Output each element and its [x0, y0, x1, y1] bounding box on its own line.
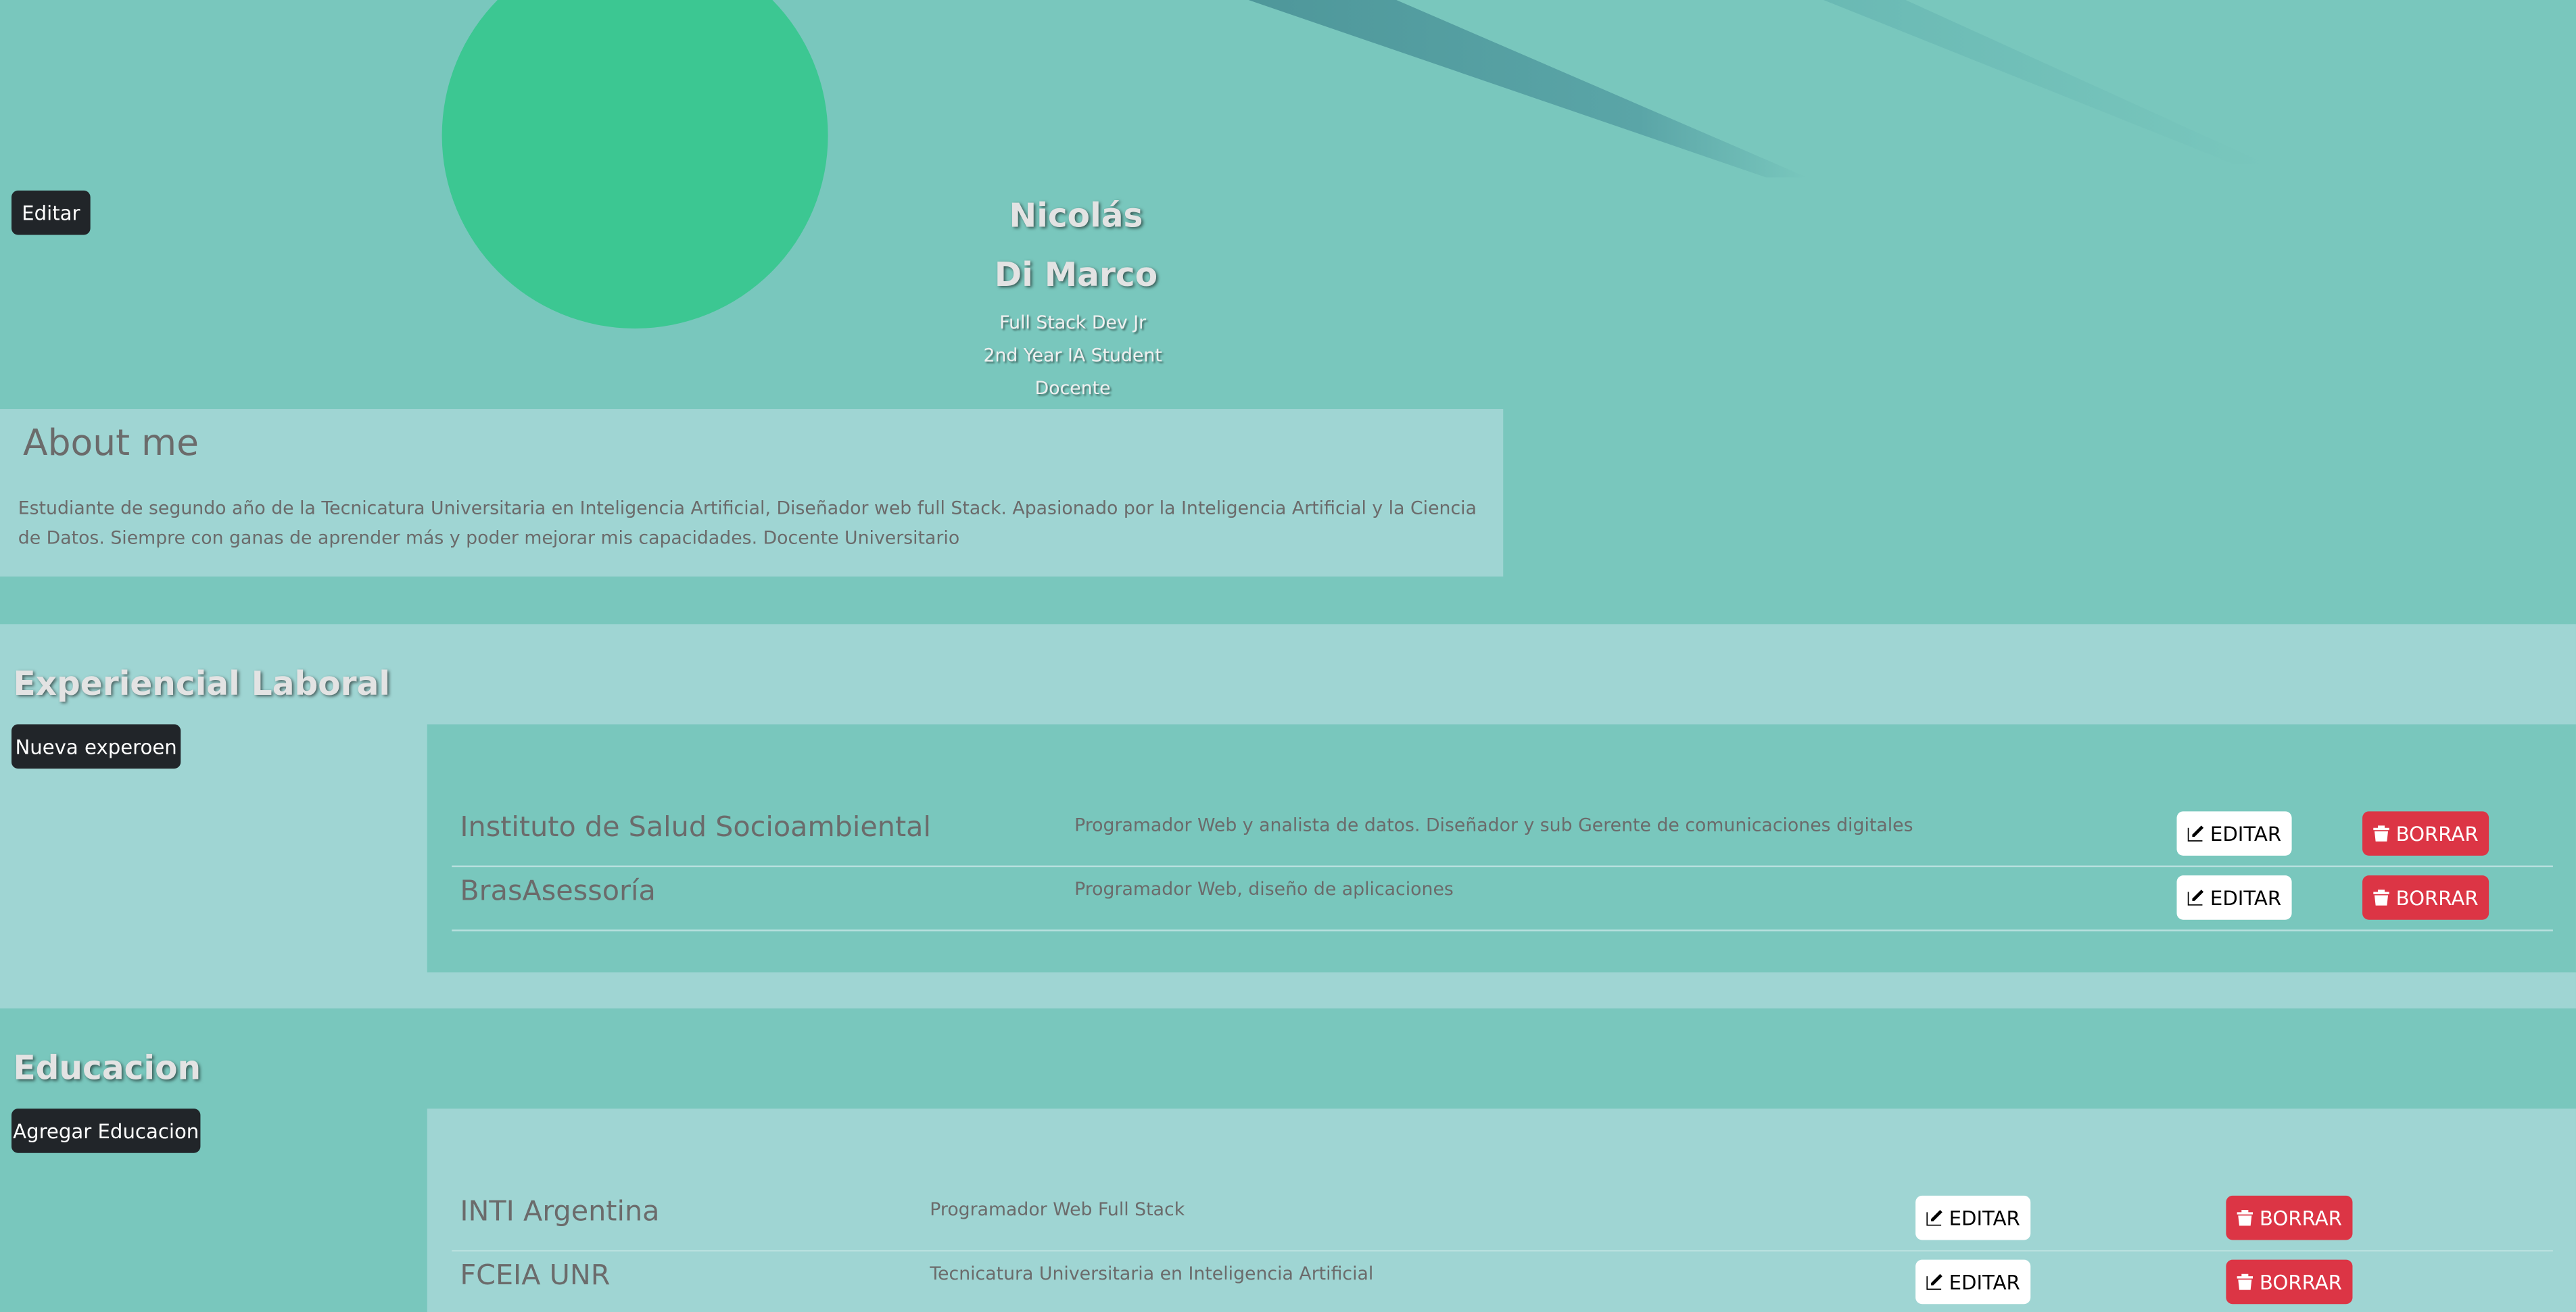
trash-icon	[2237, 1273, 2253, 1290]
pencil-icon	[2188, 890, 2204, 906]
row-divider	[452, 865, 2553, 867]
delete-button[interactable]: BORRAR	[2362, 811, 2489, 856]
experience-description: Programador Web y analista de datos. Dis…	[1074, 815, 1913, 836]
pencil-icon	[1927, 1273, 1943, 1290]
about-section: About me Estudiante de segundo año de la…	[0, 409, 1504, 577]
pencil-icon	[1927, 1210, 1943, 1226]
trash-icon	[2237, 1210, 2253, 1226]
edit-button[interactable]: EDITAR	[2176, 875, 2292, 920]
about-title: About me	[23, 423, 199, 465]
about-text: Estudiante de segundo año de la Tecnicat…	[18, 497, 1477, 549]
education-title: Educacion	[13, 1048, 201, 1088]
education-description: Programador Web Full Stack	[930, 1198, 1185, 1221]
experience-name: BrasAsessoría	[460, 875, 656, 908]
row-divider	[452, 929, 2553, 931]
profile-role: Full Stack Dev Jr	[999, 312, 1147, 334]
add-experience-button[interactable]: Nueva experoen	[11, 724, 181, 769]
profile-first-name: Nicolás	[1009, 195, 1143, 235]
education-description: Tecnicatura Universitaria en Inteligenci…	[930, 1263, 1374, 1285]
profile-study: 2nd Year IA Student	[983, 345, 1162, 366]
profile-teaching: Docente	[1034, 377, 1111, 399]
education-name: INTI Argentina	[460, 1195, 660, 1229]
experience-title: Experiencial Laboral	[13, 663, 391, 703]
experience-list: Instituto de Salud Socioambiental Progra…	[427, 724, 2576, 973]
edit-button[interactable]: EDITAR	[1915, 1195, 2031, 1240]
trash-icon	[2374, 825, 2390, 842]
delete-button[interactable]: BORRAR	[2362, 875, 2489, 920]
edit-button[interactable]: EDITAR	[1915, 1259, 2031, 1305]
delete-button[interactable]: BORRAR	[2226, 1259, 2353, 1305]
education-list: INTI Argentina Programador Web Full Stac…	[427, 1109, 2576, 1312]
pencil-icon	[2188, 825, 2204, 842]
experience-section: Experiencial Laboral Nueva experoen Inst…	[0, 624, 2576, 1009]
education-name: FCEIA UNR	[460, 1259, 611, 1293]
portfolio-page: Editar Nicolás Di Marco Full Stack Dev J…	[0, 0, 2576, 1312]
profile-header: Editar Nicolás Di Marco Full Stack Dev J…	[0, 0, 2576, 625]
profile-last-name: Di Marco	[994, 254, 1158, 294]
row-divider	[452, 1250, 2553, 1252]
add-education-button[interactable]: Agregar Educacion	[11, 1109, 201, 1153]
experience-description: Programador Web, diseño de aplicaciones	[1074, 878, 1454, 900]
edit-button[interactable]: EDITAR	[2176, 811, 2292, 856]
education-section: Educacion Agregar Educacion INTI Argenti…	[0, 1008, 2576, 1312]
edit-profile-button[interactable]: Editar	[11, 190, 91, 235]
experience-name: Instituto de Salud Socioambiental	[460, 811, 931, 844]
delete-button[interactable]: BORRAR	[2226, 1195, 2353, 1240]
trash-icon	[2374, 890, 2390, 906]
